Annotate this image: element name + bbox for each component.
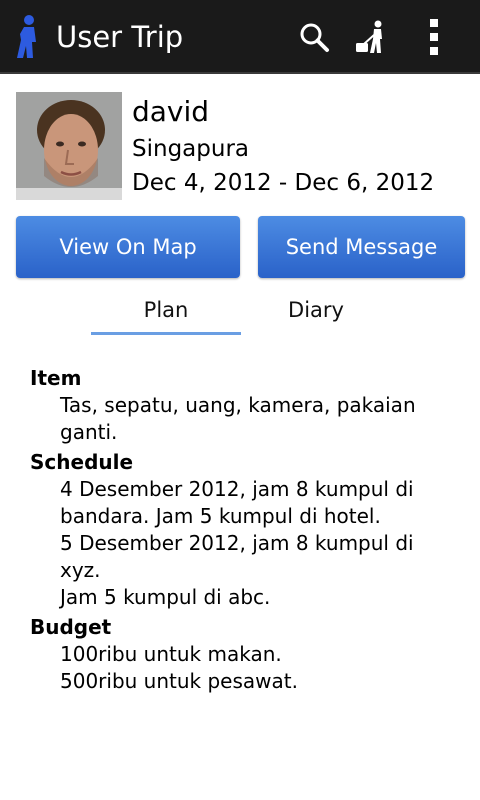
user-name: david — [132, 95, 210, 128]
view-on-map-button[interactable]: View On Map — [16, 216, 240, 278]
budget-section-title: Budget — [30, 615, 112, 639]
tab-diary[interactable]: Diary — [241, 298, 391, 332]
plan-content: Item Tas, sepatu, uang, kamera, pakaian … — [30, 364, 460, 697]
trip-location: Singapura — [132, 136, 249, 162]
search-icon — [300, 23, 329, 52]
app-title: User Trip — [56, 20, 184, 54]
walking-luggage-icon — [356, 20, 382, 53]
trip-walk-button[interactable] — [350, 14, 394, 60]
send-message-button[interactable]: Send Message — [258, 216, 465, 278]
overflow-menu-button[interactable] — [412, 14, 456, 60]
budget-line: 100ribu untuk makan. — [60, 642, 282, 666]
search-button[interactable] — [292, 14, 336, 60]
schedule-section-title: Schedule — [30, 450, 134, 474]
action-bar: User Trip — [0, 0, 480, 74]
avatar[interactable] — [16, 92, 122, 200]
overflow-menu-icon — [430, 19, 438, 55]
budget-line: 500ribu untuk pesawat. — [60, 669, 298, 693]
item-section-title: Item — [30, 366, 82, 390]
item-section-body: Tas, sepatu, uang, kamera, pakaian ganti… — [30, 392, 460, 446]
tab-plan[interactable]: Plan — [91, 298, 241, 335]
walker-app-icon[interactable] — [12, 14, 42, 60]
schedule-line: 5 Desember 2012, jam 8 kumpul di xyz. — [60, 531, 414, 582]
item-line: ganti. — [60, 420, 118, 444]
schedule-line: 4 Desember 2012, jam 8 kumpul di — [60, 477, 414, 501]
schedule-section-body: 4 Desember 2012, jam 8 kumpul di bandara… — [30, 476, 460, 611]
user-trip-screen: User Trip david Singapura Dec 4, 2012 - … — [0, 0, 480, 800]
schedule-line: bandara. Jam 5 kumpul di hotel. — [60, 504, 381, 528]
budget-section-body: 100ribu untuk makan. 500ribu untuk pesaw… — [30, 641, 460, 695]
item-line: Tas, sepatu, uang, kamera, pakaian — [60, 393, 416, 417]
trip-date-range: Dec 4, 2012 - Dec 6, 2012 — [132, 170, 435, 196]
schedule-line: Jam 5 kumpul di abc. — [60, 585, 271, 609]
